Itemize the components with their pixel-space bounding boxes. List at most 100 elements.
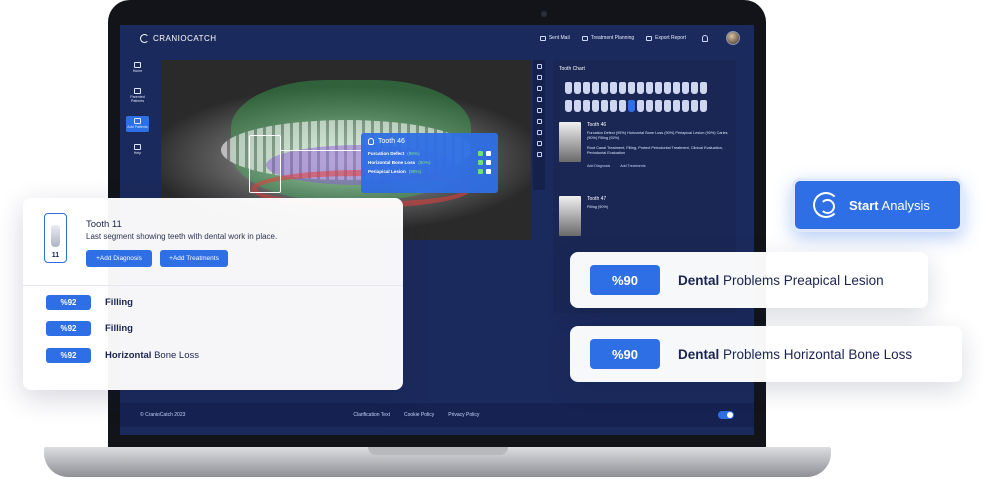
add-diagnosis-button[interactable]: +Add Diagnosis: [86, 250, 152, 267]
confidence-badge: %90: [590, 339, 660, 369]
tooth-card-body: Tooth 47 Filling (90%): [587, 196, 730, 252]
tooth-cell[interactable]: [601, 82, 608, 94]
sidebar-item-home[interactable]: Home: [126, 60, 149, 76]
tooth-cell[interactable]: [637, 82, 644, 94]
mail-icon: [539, 35, 546, 41]
upper-tooth-row: [559, 82, 730, 94]
problem-rest: Problems Preapical Lesion: [719, 272, 884, 288]
contrast-icon[interactable]: [536, 119, 542, 124]
tooth-cell[interactable]: [691, 100, 698, 112]
tooth-cell[interactable]: [646, 100, 653, 112]
tooth-cell[interactable]: [619, 82, 626, 94]
tooth-cell[interactable]: [673, 100, 680, 112]
zoom-out-icon[interactable]: [536, 86, 542, 91]
add-user-icon: [134, 117, 141, 124]
tooth-cell[interactable]: [691, 82, 698, 94]
tooth-cell[interactable]: [700, 100, 707, 112]
thumbs-up-icon[interactable]: [478, 160, 483, 165]
tooth-cell[interactable]: [592, 82, 599, 94]
tooth-cell[interactable]: [592, 100, 599, 112]
sidebar-item-parented-patients[interactable]: Parented Patients: [126, 86, 149, 106]
thumbs-down-icon[interactable]: [486, 151, 491, 156]
sidebar-item-help[interactable]: Help: [126, 142, 149, 158]
thumbs-up-icon[interactable]: [478, 169, 483, 174]
nav-label: Export Report: [655, 35, 686, 41]
finding-text: Filling: [105, 323, 133, 334]
brand-name: CRANIOCATCH: [153, 33, 217, 43]
tooth-cell[interactable]: [610, 82, 617, 94]
analysis-logo-icon: [813, 192, 839, 218]
nav-sent-mail[interactable]: Sent Mail: [539, 35, 570, 41]
zoom-in-icon[interactable]: [536, 75, 542, 80]
tooth-cell[interactable]: [637, 100, 644, 112]
start-analysis-button[interactable]: Start Analysis: [792, 178, 963, 232]
avatar[interactable]: [726, 31, 740, 45]
brand-logo[interactable]: CRANIOCATCH: [140, 33, 217, 43]
theme-toggle[interactable]: [718, 411, 734, 419]
confidence-badge: %92: [46, 348, 91, 363]
tooth-cell[interactable]: [655, 82, 662, 94]
tooth-cell[interactable]: [565, 100, 572, 112]
add-treatments-link[interactable]: Add Treatments: [620, 164, 645, 169]
tooth-cell[interactable]: [700, 82, 707, 94]
add-treatments-button[interactable]: +Add Treatments: [160, 250, 228, 267]
tooth-cell[interactable]: [664, 100, 671, 112]
tooth-cell[interactable]: [664, 82, 671, 94]
tooth-cell[interactable]: [583, 82, 590, 94]
tooth-cell[interactable]: [583, 100, 590, 112]
patients-icon: [134, 87, 141, 94]
app-footer: © CranioCatch 2023 Clarification Text Co…: [120, 403, 754, 427]
tooth-cell[interactable]: [574, 100, 581, 112]
finding-label: Furcation Defect: [368, 151, 405, 156]
tooth-cell[interactable]: [646, 82, 653, 94]
start-bold: Start: [849, 197, 879, 213]
nav-treatment-planning[interactable]: Treatment Planning: [581, 35, 635, 41]
nav-label: Treatment Planning: [590, 35, 635, 41]
sidebar-item-label: Add Patients: [127, 124, 148, 129]
add-diagnosis-link[interactable]: Add Diagnosis: [587, 164, 610, 169]
thumbs-up-icon[interactable]: [478, 151, 483, 156]
rotate-icon[interactable]: [536, 108, 542, 113]
problem-text: Dental Problems Preapical Lesion: [678, 273, 884, 288]
pen-icon[interactable]: [536, 141, 542, 146]
tooth-card[interactable]: Tooth 47 Filling (90%): [559, 192, 730, 252]
brightness-icon[interactable]: [536, 97, 542, 102]
sidebar: Home Parented Patients Add Patients Help: [124, 60, 151, 158]
confidence-badge: %92: [46, 321, 91, 336]
tooth-cell[interactable]: [601, 100, 608, 112]
tooth-findings-popup: Tooth 46 Furcation Defect (95%) Horizont…: [361, 133, 498, 193]
footer-link-clarification[interactable]: Clarification Text: [353, 412, 390, 418]
finding-row: %92 Filling: [46, 321, 133, 336]
tooth-card-findings: Furcation Defect (95%) Horizontal Bone L…: [587, 131, 728, 141]
sidebar-item-add-patients[interactable]: Add Patients: [126, 115, 149, 132]
thumbs-down-icon[interactable]: [486, 160, 491, 165]
tooth-cell[interactable]: [673, 82, 680, 94]
download-icon[interactable]: [536, 152, 542, 157]
tooth-cell[interactable]: [565, 82, 572, 94]
problem-rest: Problems Horizontal Bone Loss: [719, 346, 913, 362]
bell-icon[interactable]: [702, 34, 708, 42]
tooth-cell[interactable]: [682, 82, 689, 94]
camera-icon: [541, 11, 547, 17]
tooth-cell[interactable]: [610, 100, 617, 112]
tooth-cell-selected[interactable]: [628, 100, 635, 112]
nav-export-report[interactable]: Export Report: [646, 35, 686, 41]
top-nav: Sent Mail Treatment Planning Export Repo…: [539, 31, 740, 45]
expand-icon[interactable]: [536, 64, 542, 69]
tooth-cell[interactable]: [655, 100, 662, 112]
thumbs-down-icon[interactable]: [486, 169, 491, 174]
tooth-card[interactable]: Tooth 46 Furcation Defect (95%) Horizont…: [559, 118, 730, 178]
tooth-card-title: Tooth 11: [86, 219, 122, 230]
tooth-cell[interactable]: [619, 100, 626, 112]
fullscreen-icon[interactable]: [536, 130, 542, 135]
tooth-cell[interactable]: [574, 82, 581, 94]
tooth-cell[interactable]: [628, 82, 635, 94]
footer-link-cookie[interactable]: Cookie Policy: [404, 412, 434, 418]
tooth-cell[interactable]: [682, 100, 689, 112]
tooth-card-body: Tooth 46 Furcation Defect (95%) Horizont…: [587, 122, 730, 178]
tooth-bounding-box[interactable]: [249, 135, 281, 193]
finding-bold: Filling: [105, 297, 133, 308]
help-icon: [134, 143, 141, 150]
lower-tooth-row: [559, 100, 730, 112]
footer-link-privacy[interactable]: Privacy Policy: [448, 412, 479, 418]
